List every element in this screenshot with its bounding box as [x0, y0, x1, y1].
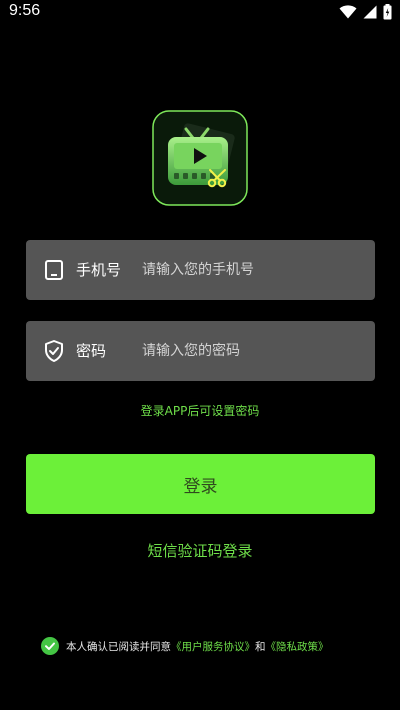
status-bar: 9:56	[0, 0, 400, 26]
set-password-hint: 登录APP后可设置密码	[140, 404, 260, 418]
phone-label: 手机号	[76, 261, 122, 279]
phone-icon	[45, 260, 63, 280]
app-logo-icon	[152, 110, 248, 206]
phone-input[interactable]	[142, 258, 362, 282]
status-icons	[339, 4, 392, 20]
login-button[interactable]: 登录	[26, 454, 375, 514]
shield-check-icon	[45, 340, 63, 362]
password-input-row[interactable]: 密码	[26, 321, 375, 381]
agreement-row: 本人确认已阅读并同意 《用户服务协议》 和 《隐私政策》	[41, 637, 329, 655]
battery-icon	[383, 4, 392, 20]
phone-input-row[interactable]: 手机号	[26, 240, 375, 300]
agreement-prefix: 本人确认已阅读并同意	[66, 640, 171, 653]
checkbox-checked-icon[interactable]	[41, 637, 59, 655]
sms-login-link[interactable]: 短信验证码登录	[0, 540, 400, 561]
password-input[interactable]	[142, 339, 362, 363]
signal-icon	[363, 5, 377, 19]
password-label: 密码	[76, 342, 107, 360]
agreement-conjunction: 和	[255, 640, 266, 653]
user-agreement-link[interactable]: 《用户服务协议》	[171, 639, 255, 654]
wifi-icon	[339, 5, 357, 19]
privacy-policy-link[interactable]: 《隐私政策》	[266, 639, 329, 654]
status-time: 9:56	[9, 2, 41, 19]
